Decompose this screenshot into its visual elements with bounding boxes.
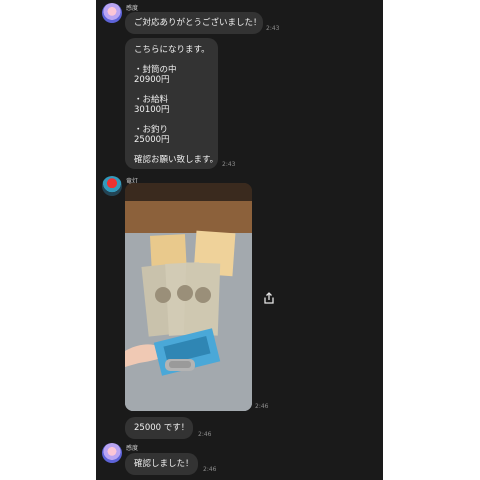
message-line: ・お釣り bbox=[134, 125, 169, 135]
message-line: 30100円 bbox=[134, 105, 170, 115]
message-bubble[interactable]: こちらになります。 ・封筒の中 20900円 ・お給料 30100円 ・お釣り … bbox=[125, 38, 218, 169]
message-line: 確認お願い致します。 bbox=[134, 155, 219, 165]
message-bubble[interactable]: ご対応ありがとうございました！ bbox=[125, 12, 263, 34]
message-text: 25000 です！ bbox=[134, 423, 190, 433]
message-text: 確認しました！ bbox=[134, 459, 194, 469]
avatar[interactable] bbox=[102, 443, 122, 463]
message-text: ご対応ありがとうございました！ bbox=[134, 18, 262, 28]
message-time: 2:46 bbox=[255, 403, 269, 410]
message-line: ・お給料 bbox=[134, 95, 169, 105]
message-time: 2:46 bbox=[198, 431, 212, 438]
avatar[interactable] bbox=[102, 176, 122, 196]
message-bubble[interactable]: 確認しました！ bbox=[125, 453, 198, 475]
sender-name: 感度 bbox=[126, 5, 139, 12]
message-time: 2:43 bbox=[222, 161, 236, 168]
message-line: 25000円 bbox=[134, 135, 170, 145]
avatar[interactable] bbox=[102, 3, 122, 23]
sender-name: 感度 bbox=[126, 445, 139, 452]
message-time: 2:43 bbox=[266, 25, 280, 32]
message-line: こちらになります。 bbox=[134, 45, 210, 55]
message-bubble[interactable]: 25000 です！ bbox=[125, 417, 193, 439]
message-time: 2:46 bbox=[203, 466, 217, 473]
message-line: 20900円 bbox=[134, 75, 170, 85]
photo-image bbox=[125, 183, 252, 411]
share-icon[interactable] bbox=[262, 291, 276, 305]
message-line: ・封筒の中 bbox=[134, 65, 177, 75]
photo-message[interactable] bbox=[125, 183, 252, 411]
